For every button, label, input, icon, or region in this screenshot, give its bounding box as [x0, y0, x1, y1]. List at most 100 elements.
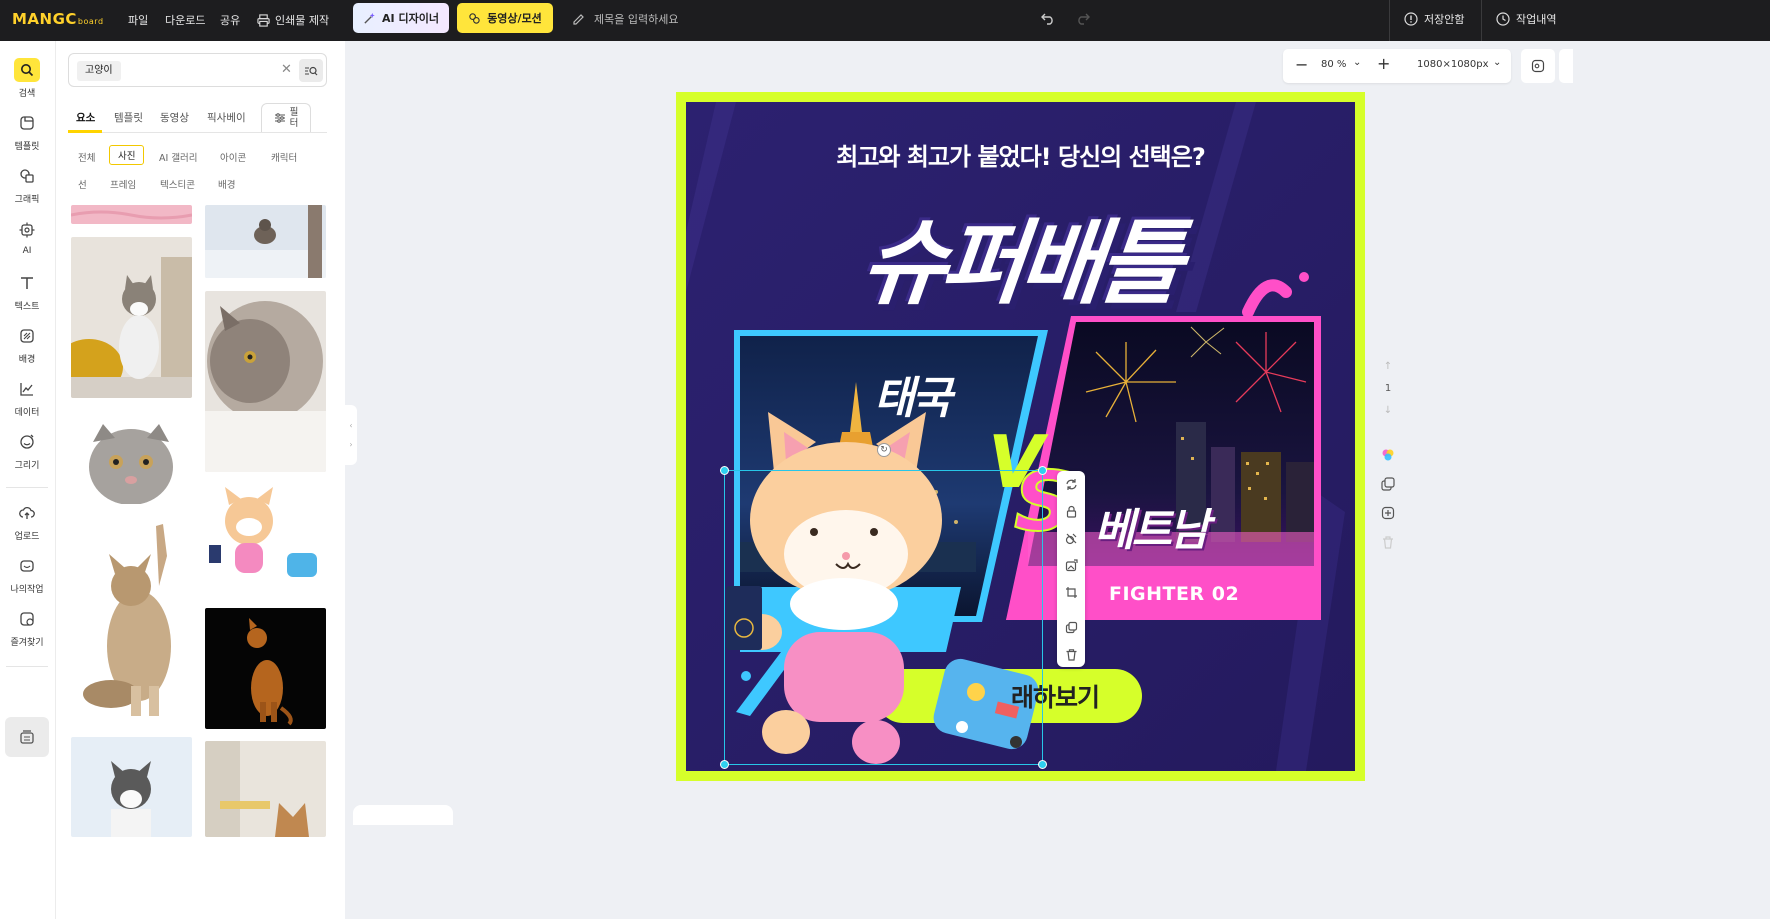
rail-my-work[interactable]: 나의작업 — [0, 551, 54, 597]
replace-icon[interactable] — [1057, 471, 1085, 498]
menu-download[interactable]: 다운로드 — [165, 12, 205, 28]
canvas-size[interactable]: 1080×1080px — [1417, 59, 1489, 70]
layout-button[interactable] — [1521, 49, 1555, 83]
resize-handle-top-right[interactable] — [1038, 466, 1047, 475]
rail-graphic[interactable]: 그래픽 — [0, 161, 54, 207]
poster-title[interactable]: 슈퍼배틀 — [676, 189, 1365, 322]
fighter-b-tag[interactable]: FIGHTER 02 — [1109, 583, 1239, 605]
search-submit-button[interactable] — [299, 59, 323, 82]
fighter-b-label[interactable]: 베트남 — [1094, 494, 1209, 558]
rail-draw[interactable]: 그리기 — [0, 427, 54, 473]
page-navigator: ↑ 1 ↓ — [1378, 356, 1398, 426]
rail-text[interactable]: 텍스트 — [0, 268, 54, 314]
redo-icon[interactable] — [1073, 10, 1093, 30]
arrow-down-icon[interactable]: ↓ — [1378, 400, 1398, 422]
subcat-frame[interactable]: 프레임 — [110, 177, 136, 191]
ai-designer-button[interactable]: AI 디자이너 — [353, 3, 449, 33]
document-title-input[interactable]: 제목을 입력하세요 — [572, 11, 678, 27]
lock-icon[interactable] — [1057, 498, 1085, 525]
result-sticker[interactable] — [205, 483, 326, 597]
clear-search-icon[interactable]: ✕ — [281, 62, 292, 77]
video-motion-button[interactable]: 동영상/모션 — [457, 3, 553, 33]
page-number: 1 — [1384, 383, 1392, 394]
result-photo[interactable] — [205, 205, 326, 278]
result-photo[interactable] — [205, 608, 326, 729]
search-tabs: 요소 템플릿 동영상 픽사베이 필 터 — [68, 103, 327, 133]
filter-button[interactable]: 필 터 — [261, 103, 311, 132]
chart-line-icon — [14, 377, 40, 401]
rail-ai[interactable]: AI — [0, 214, 54, 260]
poster-headline[interactable]: 최고와 최고가 붙었다! 당신의 선택은? — [676, 137, 1365, 172]
menu-share[interactable]: 공유 — [220, 12, 240, 28]
tab-pixabay[interactable]: 픽사베이 — [207, 110, 246, 125]
app-logo[interactable]: MANGCboard — [12, 10, 104, 28]
subcat-icon[interactable]: 아이콘 — [220, 150, 246, 164]
copy-icon[interactable] — [1057, 614, 1085, 641]
delete-page-icon[interactable] — [1378, 527, 1398, 556]
result-photo[interactable] — [71, 205, 192, 224]
result-photo[interactable] — [71, 737, 192, 837]
panel-collapse-handle[interactable]: ‹ › — [345, 405, 357, 465]
bottom-page-tab[interactable] — [353, 805, 453, 825]
element-context-toolbar — [1057, 471, 1085, 667]
result-photo[interactable] — [71, 412, 192, 504]
rail-favorites[interactable]: 즐겨찾기 — [0, 604, 54, 650]
tab-elements[interactable]: 요소 — [76, 110, 95, 125]
rail-upload[interactable]: 업로드 — [0, 498, 54, 544]
subcat-all[interactable]: 전체 — [78, 150, 95, 164]
favorites-icon — [14, 607, 40, 631]
arrow-up-icon[interactable]: ↑ — [1378, 356, 1398, 378]
layout-panel-icon — [1531, 59, 1545, 73]
image-edit-icon[interactable] — [1057, 552, 1085, 579]
history-button[interactable]: 작업내역 — [1496, 11, 1556, 27]
search-panel: 고양이 ✕ 요소 템플릿 동영상 픽사베이 필 터 전체 사진 AI 갤러리 아… — [56, 41, 345, 919]
subcat-ai-gallery[interactable]: AI 갤러리 — [159, 150, 198, 164]
zoom-in-icon[interactable]: + — [1377, 54, 1390, 73]
remove-background-icon[interactable] — [1057, 525, 1085, 552]
result-photo[interactable] — [205, 291, 326, 472]
menu-file[interactable]: 파일 — [128, 12, 148, 28]
draw-smiley-icon — [14, 430, 40, 454]
color-palette-icon[interactable] — [1378, 440, 1398, 469]
unsaved-status[interactable]: 저장안함 — [1404, 11, 1464, 27]
duplicate-page-icon[interactable] — [1378, 469, 1398, 498]
tab-videos[interactable]: 동영상 — [160, 110, 189, 125]
tab-templates[interactable]: 템플릿 — [114, 110, 143, 125]
right-panel-edge[interactable] — [1559, 49, 1573, 83]
fighter-a-label[interactable]: 태국 — [874, 362, 952, 426]
rotate-handle-icon[interactable]: ↻ — [877, 443, 891, 457]
trash-icon[interactable] — [1057, 641, 1085, 668]
crop-icon[interactable] — [1057, 579, 1085, 606]
rail-background[interactable]: 배경 — [0, 321, 54, 367]
chevron-down-icon[interactable]: ⌄ — [1353, 57, 1361, 68]
divider — [1389, 0, 1390, 41]
menu-print[interactable]: 인쇄물 제작 — [257, 12, 329, 28]
rail-search[interactable]: 검색 — [0, 55, 54, 101]
rail-extra-button[interactable] — [5, 717, 49, 757]
rail-template[interactable]: 템플릿 — [0, 108, 54, 154]
search-query-chip[interactable]: 고양이 — [77, 61, 121, 81]
resize-handle-bottom-right[interactable] — [1038, 760, 1047, 769]
chevron-down-icon[interactable]: ⌄ — [1493, 57, 1501, 68]
resize-handle-top-left[interactable] — [720, 466, 729, 475]
result-photo[interactable] — [71, 516, 192, 723]
subcat-line[interactable]: 선 — [78, 177, 87, 191]
undo-icon[interactable] — [1038, 10, 1058, 30]
search-list-icon — [305, 66, 318, 75]
subcat-background[interactable]: 배경 — [218, 177, 235, 191]
apps-box-icon — [20, 730, 34, 744]
resize-handle-bottom-left[interactable] — [720, 760, 729, 769]
zoom-level[interactable]: 80 % — [1321, 59, 1346, 70]
rail-data[interactable]: 데이터 — [0, 374, 54, 420]
zoom-out-icon[interactable]: − — [1295, 55, 1308, 74]
video-icon — [469, 12, 480, 24]
selection-box[interactable]: ↻ — [720, 443, 1047, 769]
subcat-photo[interactable]: 사진 — [109, 145, 145, 165]
subcat-character[interactable]: 캐릭터 — [271, 150, 297, 164]
search-input[interactable]: 고양이 ✕ — [68, 53, 327, 87]
text-t-icon — [14, 271, 40, 295]
add-page-icon[interactable] — [1378, 498, 1398, 527]
result-photo[interactable] — [71, 237, 192, 398]
subcat-texticon[interactable]: 텍스티콘 — [160, 177, 195, 191]
result-photo[interactable] — [205, 741, 326, 837]
